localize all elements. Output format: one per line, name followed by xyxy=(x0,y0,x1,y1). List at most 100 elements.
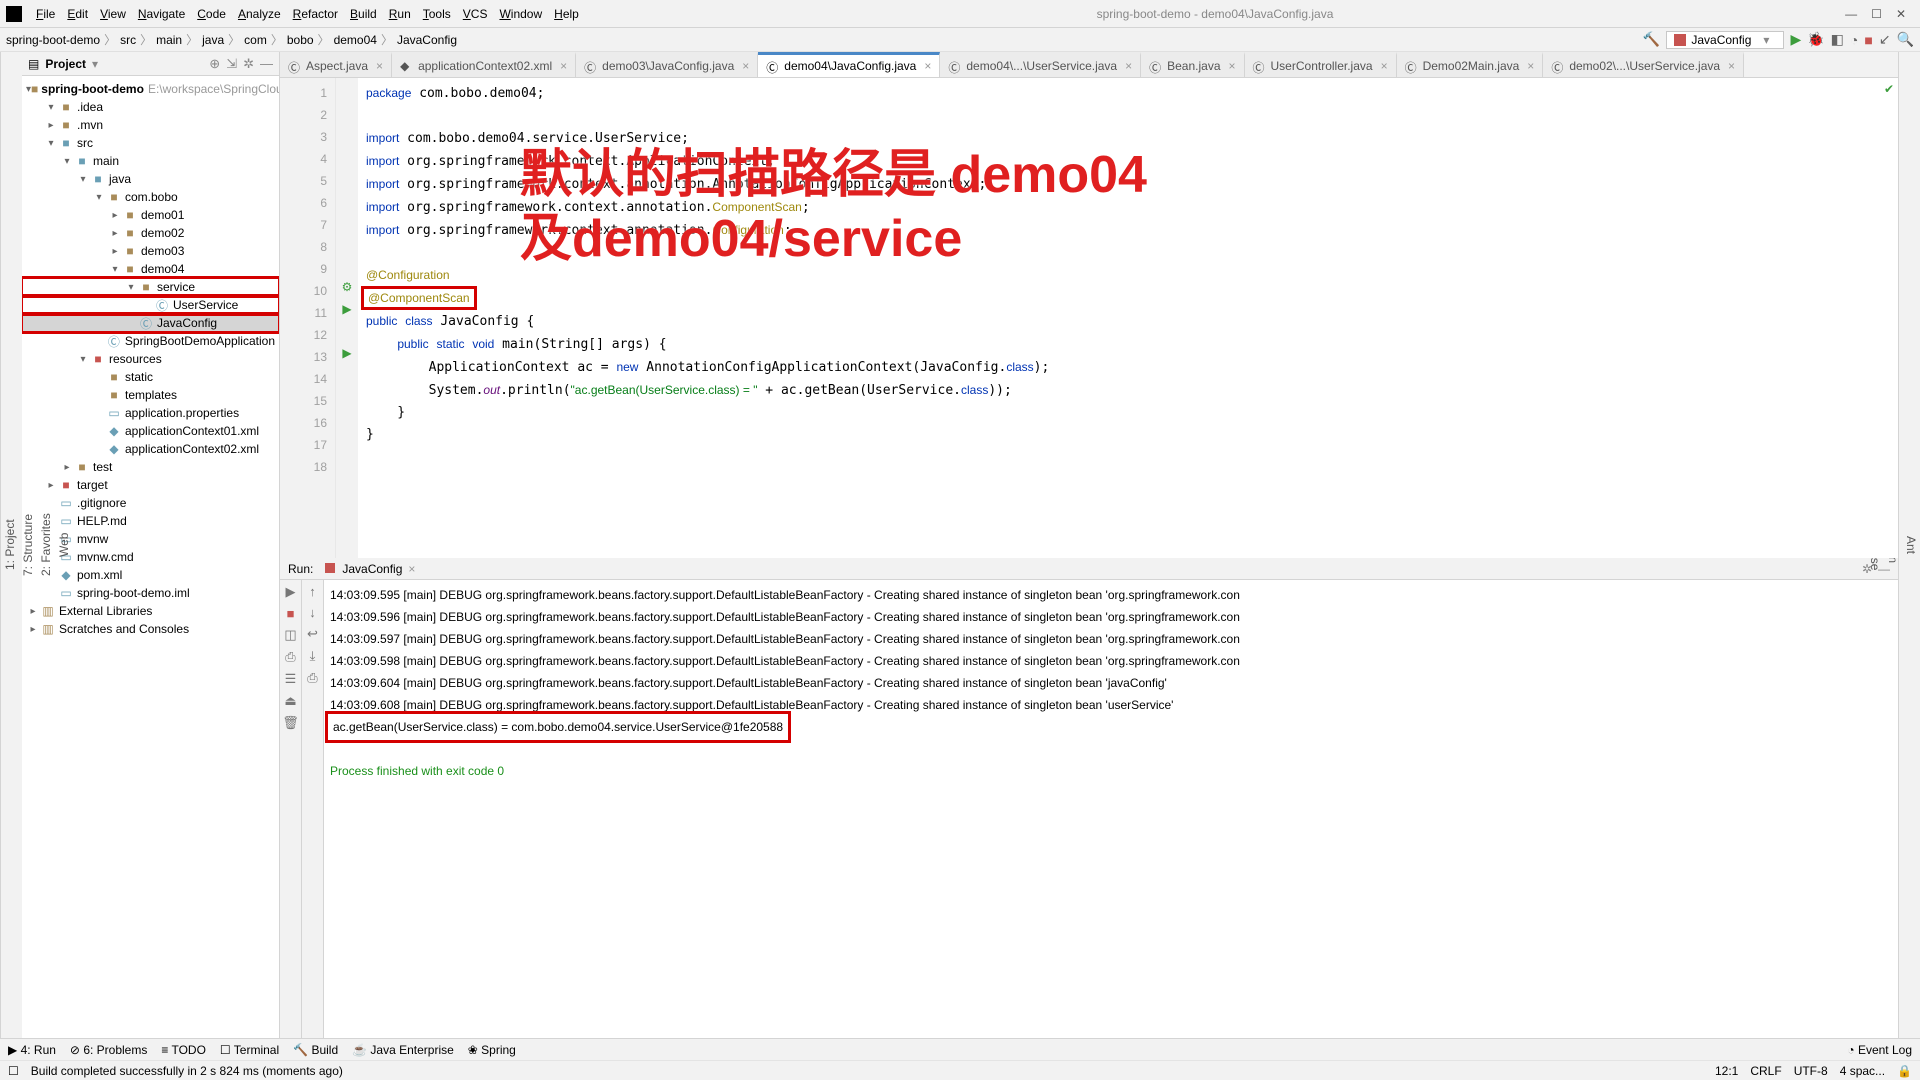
caret-position[interactable]: 12:1 xyxy=(1715,1064,1738,1078)
tab-label: Bean.java xyxy=(1167,59,1220,73)
select-opened-icon[interactable]: ⊕ xyxy=(209,56,220,72)
code-editor[interactable]: 123456789101112131415161718 ⚙▶▶ package … xyxy=(280,78,1898,558)
menu-analyze[interactable]: Analyze xyxy=(232,7,287,21)
breadcrumb-java[interactable]: java xyxy=(202,33,224,47)
tab-Bean.java[interactable]: ⒸBean.java× xyxy=(1141,52,1244,77)
close-icon[interactable]: ✕ xyxy=(1896,7,1906,21)
tab-close-icon[interactable]: × xyxy=(376,59,383,73)
code-content[interactable]: package com.bobo.demo04; import com.bobo… xyxy=(358,78,1898,558)
minimize-icon[interactable]: — xyxy=(1845,7,1857,21)
breadcrumb-main[interactable]: main xyxy=(156,33,182,47)
up-icon[interactable]: ↑ xyxy=(309,584,316,599)
coverage-icon[interactable]: ◧ xyxy=(1831,31,1844,48)
tab-demo03\JavaConfig.java[interactable]: Ⓒdemo03\JavaConfig.java× xyxy=(576,52,758,77)
structure-tool-button[interactable]: 7: Structure xyxy=(19,60,37,1030)
menu-window[interactable]: Window xyxy=(493,7,548,21)
tab-close-icon[interactable]: × xyxy=(742,59,749,73)
ant-tool-button[interactable]: Ant xyxy=(1902,60,1920,1030)
left-tool-strip: 1: Project 7: Structure 2: Favorites Web xyxy=(0,52,22,1038)
build-icon[interactable]: 🔨 xyxy=(1643,31,1660,48)
menu-vcs[interactable]: VCS xyxy=(457,7,494,21)
tab-demo04\...\UserService.java[interactable]: Ⓒdemo04\...\UserService.java× xyxy=(940,52,1141,77)
stop-icon[interactable]: ■ xyxy=(1864,32,1872,48)
down-icon[interactable]: ↓ xyxy=(309,605,316,620)
menu-build[interactable]: Build xyxy=(344,7,383,21)
stop-run-icon[interactable]: ■ xyxy=(287,606,295,621)
debug-icon[interactable]: 🐞 xyxy=(1807,31,1824,48)
terminal-tool-button[interactable]: ☐ Terminal xyxy=(220,1043,279,1057)
build-tool-button[interactable]: 🔨 Build xyxy=(293,1043,338,1057)
todo-tool-button[interactable]: ≡ TODO xyxy=(161,1043,206,1057)
spring-tool-button[interactable]: ❀ Spring xyxy=(468,1043,516,1057)
tab-close-icon[interactable]: × xyxy=(1527,59,1534,73)
favorites-tool-button[interactable]: 2: Favorites xyxy=(37,60,55,1030)
search-icon[interactable]: 🔍 xyxy=(1897,31,1914,48)
layout-icon[interactable]: ◫ xyxy=(284,627,296,643)
hide-icon[interactable]: — xyxy=(260,56,273,71)
tab-Demo02Main.java[interactable]: ⒸDemo02Main.java× xyxy=(1397,52,1544,77)
breadcrumb-demo04[interactable]: demo04 xyxy=(334,33,377,47)
console-line: 14:03:09.597 [main] DEBUG org.springfram… xyxy=(330,628,1892,650)
menu-refactor[interactable]: Refactor xyxy=(287,7,344,21)
profile-icon[interactable]: ◔ xyxy=(1850,32,1858,48)
breadcrumb-JavaConfig[interactable]: JavaConfig xyxy=(397,33,457,47)
file-encoding[interactable]: UTF-8 xyxy=(1794,1064,1828,1078)
lock-icon[interactable]: 🔒 xyxy=(1897,1064,1912,1078)
web-tool-button[interactable]: Web xyxy=(55,60,73,1030)
menu-help[interactable]: Help xyxy=(548,7,585,21)
expand-all-icon[interactable]: ⇲ xyxy=(226,56,237,72)
status-indicator-icon[interactable]: ☐ xyxy=(8,1064,19,1078)
tab-applicationContext02.xml[interactable]: ◆applicationContext02.xml× xyxy=(392,52,576,77)
tab-close-icon[interactable]: × xyxy=(1728,59,1735,73)
window-context: spring-boot-demo - demo04\JavaConfig.jav… xyxy=(585,7,1845,21)
tab-UserController.java[interactable]: ⒸUserController.java× xyxy=(1245,52,1397,77)
maximize-icon[interactable]: ☐ xyxy=(1871,7,1882,21)
breadcrumb-src[interactable]: src xyxy=(120,33,136,47)
scroll-end-icon[interactable]: ⤓ xyxy=(310,648,316,664)
soft-wrap-icon[interactable]: ↩ xyxy=(307,626,318,642)
menu-tools[interactable]: Tools xyxy=(417,7,457,21)
indent-info[interactable]: 4 spac... xyxy=(1840,1064,1885,1078)
rerun-icon[interactable]: ▶ xyxy=(286,584,296,600)
menu-view[interactable]: View xyxy=(94,7,132,21)
gear-icon[interactable]: ✲ xyxy=(243,56,254,72)
menu-edit[interactable]: Edit xyxy=(61,7,94,21)
breadcrumb-bobo[interactable]: bobo xyxy=(287,33,314,47)
print-icon[interactable]: ⎙ xyxy=(307,670,317,686)
run-tool-button[interactable]: ▶ 4: Run xyxy=(8,1043,56,1057)
run-config-selector[interactable]: JavaConfig ▾ xyxy=(1666,31,1784,49)
project-tool-button[interactable]: 1: Project xyxy=(1,60,19,1030)
problems-tool-button[interactable]: ⊘ 6: Problems xyxy=(70,1043,147,1057)
tab-close-icon[interactable]: × xyxy=(1125,59,1132,73)
breadcrumb-spring-boot-demo[interactable]: spring-boot-demo xyxy=(6,33,100,47)
line-separator[interactable]: CRLF xyxy=(1750,1064,1781,1078)
java-ee-tool-button[interactable]: ☕ Java Enterprise xyxy=(352,1043,454,1057)
file-type-icon: Ⓒ xyxy=(584,59,598,73)
tab-close-icon[interactable]: × xyxy=(924,59,931,73)
tab-close-icon[interactable]: × xyxy=(560,59,567,73)
event-log-button[interactable]: ◔ Event Log xyxy=(1847,1043,1912,1057)
menu-navigate[interactable]: Navigate xyxy=(132,7,191,21)
console-output[interactable]: 14:03:09.595 [main] DEBUG org.springfram… xyxy=(324,580,1898,1038)
tab-demo04\JavaConfig.java[interactable]: Ⓒdemo04\JavaConfig.java× xyxy=(758,52,940,77)
run-tab-close-icon[interactable]: × xyxy=(408,562,415,576)
run-config-small-icon xyxy=(324,562,338,576)
trash-icon[interactable]: 🗑 xyxy=(282,715,299,731)
dump-icon[interactable]: ☰ xyxy=(285,671,297,687)
tab-Aspect.java[interactable]: ⒸAspect.java× xyxy=(280,52,392,77)
exit-icon[interactable]: ⏏ xyxy=(284,693,296,709)
tab-close-icon[interactable]: × xyxy=(1229,59,1236,73)
file-type-icon: Ⓒ xyxy=(1405,59,1419,73)
run-config-name: JavaConfig xyxy=(1691,33,1751,47)
pin-icon[interactable]: ⎙ xyxy=(285,649,295,665)
vcs-update-icon[interactable]: ↙ xyxy=(1879,31,1891,48)
menu-code[interactable]: Code xyxy=(191,7,232,21)
menu-run[interactable]: Run xyxy=(383,7,417,21)
inspection-ok-icon[interactable]: ✔ xyxy=(1884,82,1894,96)
tab-close-icon[interactable]: × xyxy=(1381,59,1388,73)
breadcrumb-com[interactable]: com xyxy=(244,33,267,47)
tab-demo02\...\UserService.java[interactable]: Ⓒdemo02\...\UserService.java× xyxy=(1543,52,1744,77)
run-icon[interactable]: ▶ xyxy=(1790,31,1801,48)
run-panel-config[interactable]: JavaConfig × xyxy=(319,561,420,577)
menu-file[interactable]: File xyxy=(30,7,61,21)
